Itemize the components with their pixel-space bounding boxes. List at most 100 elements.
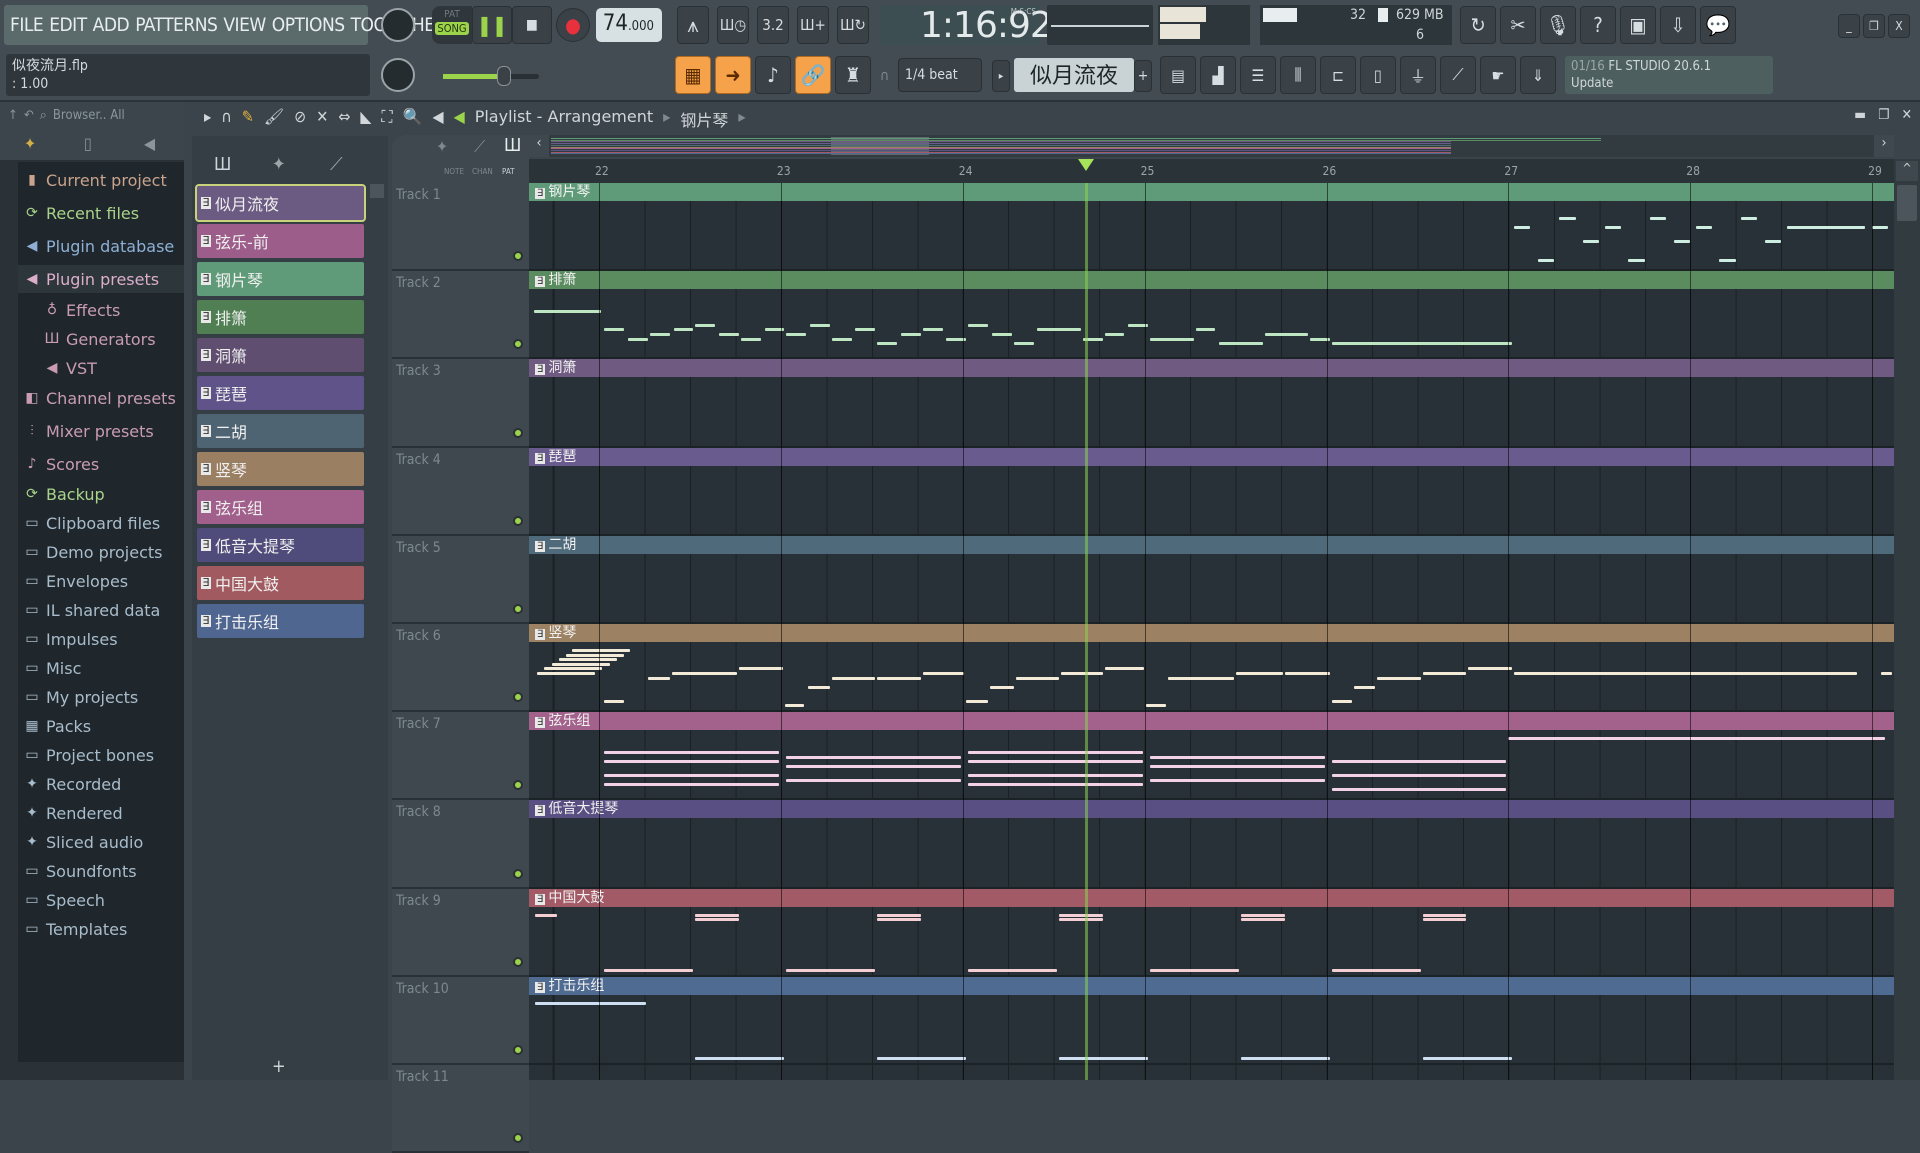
track-enable-led[interactable] <box>513 868 523 879</box>
mode-note[interactable]: NOTE <box>444 167 464 176</box>
playlist-minimize-button[interactable]: ▬ <box>1854 107 1866 123</box>
pat-song-toggle[interactable]: PAT SONG <box>432 6 472 44</box>
playlist-overview-scrollbar[interactable]: ‹ › <box>529 135 1894 157</box>
track-enable-led[interactable] <box>513 603 523 614</box>
mute-icon[interactable]: ✕ <box>316 107 328 131</box>
mode-pat[interactable]: PAT <box>502 167 515 176</box>
track-enable-led[interactable] <box>513 1044 523 1055</box>
record-button[interactable]: ● <box>556 8 590 42</box>
browser-item[interactable]: ✦ Recorded <box>18 770 184 798</box>
track-lane[interactable]: ∃ 钢片琴 <box>529 183 1894 272</box>
menu-file[interactable]: FILE <box>10 14 44 36</box>
tempo-field[interactable]: 74.000 <box>596 8 662 42</box>
playback-icon[interactable]: ◀ <box>433 107 444 131</box>
restore-button[interactable]: ❐ <box>1863 14 1885 38</box>
loop-record-icon[interactable]: Ш↻ <box>837 6 869 44</box>
track-header[interactable]: Track 8 <box>392 800 529 889</box>
mixer-icon[interactable]: ⫼ <box>1280 56 1316 94</box>
track-header[interactable]: Track 1 <box>392 183 529 272</box>
help-icon[interactable]: ? <box>1580 6 1616 44</box>
typing-keyboard-icon[interactable]: ▦ <box>675 56 711 94</box>
magnet-icon[interactable]: ∩ <box>221 107 232 131</box>
browser-item[interactable]: ▭ Templates <box>18 915 184 943</box>
pattern-clip-header[interactable]: ∃ 低音大提琴 <box>529 800 1894 819</box>
scroll-left-button[interactable]: ‹ <box>529 135 549 157</box>
browser-item[interactable]: ◀ Plugin database <box>18 232 184 260</box>
track-enable-led[interactable] <box>513 780 523 791</box>
project-icon[interactable]: ▯ <box>1360 56 1396 94</box>
track-header[interactable]: Track 5 <box>392 535 529 624</box>
piano-roll-icon[interactable]: ▟ <box>1200 56 1236 94</box>
pattern-item[interactable]: ∃ 排箫 <box>197 300 364 334</box>
timeline-ruler[interactable]: 22 23 24 25 26 27 28 29 <box>529 159 1894 183</box>
track-lane[interactable]: ∃ 排箫 <box>529 271 1894 360</box>
files-filter-icon[interactable]: ▯ <box>84 134 92 153</box>
track-lane[interactable]: ∃ 弦乐组 <box>529 712 1894 801</box>
browser-icon[interactable]: ⊏ <box>1320 56 1356 94</box>
browser-item[interactable]: ▭ Soundfonts <box>18 857 184 885</box>
tutorial-icon[interactable]: ☛ <box>1480 56 1516 94</box>
scroll-up-button[interactable]: ^ <box>1896 161 1918 181</box>
browser-item[interactable]: ▭ My projects <box>18 683 184 711</box>
zoom-icon[interactable]: 🔍 <box>403 107 423 131</box>
track-lane[interactable]: ∃ 低音大提琴 <box>529 800 1894 889</box>
track-lane[interactable]: ∃ 琵琶 <box>529 447 1894 536</box>
track-header[interactable]: Track 11 <box>392 1065 529 1153</box>
mode-chan[interactable]: CHAN <box>472 167 493 176</box>
browser-item[interactable]: ▭ Misc <box>18 654 184 682</box>
playlist-restore-button[interactable]: ❐ <box>1878 107 1889 123</box>
scroll-right-button[interactable]: › <box>1874 135 1894 157</box>
track-lane[interactable] <box>529 1065 1894 1080</box>
browser-item[interactable]: ▭ IL shared data <box>18 596 184 624</box>
browser-filter[interactable]: Browser.. All <box>53 108 125 123</box>
browser-item[interactable]: ⟳ Recent files <box>18 199 184 227</box>
chat-icon[interactable]: 💬 <box>1700 6 1736 44</box>
vertical-scroll-thumb[interactable] <box>1897 185 1917 221</box>
blend-notes-icon[interactable]: Ш+ <box>797 6 829 44</box>
picker-scroll-button[interactable] <box>370 184 384 198</box>
undo-history-icon[interactable]: ↻ <box>1460 6 1496 44</box>
microphone-icon[interactable]: 🎙 <box>1540 6 1576 44</box>
minimize-button[interactable]: _ <box>1838 14 1860 38</box>
track-enable-led[interactable] <box>513 251 523 262</box>
pattern-clip-header[interactable]: ∃ 排箫 <box>529 271 1894 290</box>
paint-icon[interactable]: 🖌 <box>264 107 284 131</box>
slice-icon[interactable]: ◣ <box>360 107 371 131</box>
browser-item[interactable]: ▦ Packs <box>18 712 184 740</box>
search-icon[interactable]: ⌕ <box>40 108 47 123</box>
stop-button[interactable]: ■ <box>512 6 552 44</box>
browser-item[interactable]: ▭ Demo projects <box>18 538 184 566</box>
pattern-clip-header[interactable]: ∃ 琵琶 <box>529 447 1894 466</box>
browser-item[interactable]: ▭ Impulses <box>18 625 184 653</box>
browser-item[interactable]: ▭ Speech <box>18 886 184 914</box>
browser-item[interactable]: ▭ Clipboard files <box>18 509 184 537</box>
audio-tab-icon[interactable]: ✦ <box>272 154 286 175</box>
pattern-item[interactable]: ∃ 似月流夜 <box>195 184 366 222</box>
pattern-clip-header[interactable]: ∃ 中国大鼓 <box>529 888 1894 907</box>
close-button[interactable]: X <box>1888 14 1910 38</box>
track-lane[interactable]: ∃ 中国大鼓 <box>529 888 1894 977</box>
track-lane[interactable]: ∃ 洞箫 <box>529 359 1894 448</box>
plugin-filter-icon[interactable]: ◀ <box>144 134 155 153</box>
hint-panel[interactable]: 01/16 FL STUDIO 20.6.1 Update <box>1565 56 1773 94</box>
browser-item[interactable]: ◀ VST <box>18 354 184 382</box>
step-edit-icon[interactable]: ➜ <box>715 56 751 94</box>
browser-item[interactable]: ⫶ Mixer presets <box>18 417 184 445</box>
master-volume-knob[interactable] <box>381 8 415 42</box>
menu-options[interactable]: OPTIONS <box>272 14 345 36</box>
pattern-item[interactable]: ∃ 竖琴 <box>197 452 364 486</box>
pattern-item[interactable]: ∃ 二胡 <box>197 414 364 448</box>
pattern-clip-header[interactable]: ∃ 二胡 <box>529 535 1894 554</box>
save-icon[interactable]: ▣ <box>1620 6 1656 44</box>
pattern-clip-header[interactable]: ∃ 打击乐组 <box>529 976 1894 995</box>
browser-item[interactable]: ♪ Scores <box>18 450 184 478</box>
pause-button[interactable]: ❚❚ <box>472 6 512 44</box>
playlist-menu-arrow-icon[interactable]: ▸ <box>204 107 211 131</box>
pencil-icon[interactable]: ✎ <box>242 107 254 131</box>
add-pattern-icon[interactable]: + <box>272 1056 286 1077</box>
master-pitch-knob[interactable] <box>381 58 415 92</box>
touch-controller-icon[interactable]: ⟋ <box>1440 56 1476 94</box>
browser-item[interactable]: ◧ Channel presets <box>18 384 184 412</box>
track-enable-led[interactable] <box>513 515 523 526</box>
browser-item[interactable]: ◀ Plugin presets <box>18 265 184 293</box>
